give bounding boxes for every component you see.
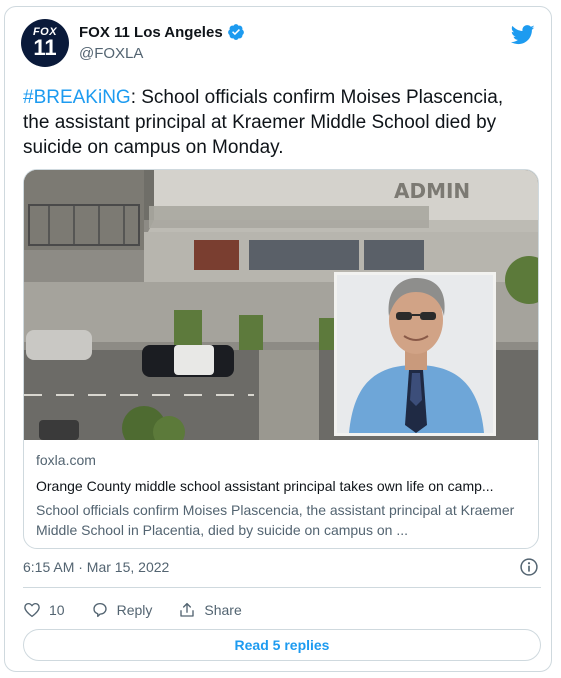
avatar[interactable]: FOX 11 [21,19,69,67]
timestamp-row: 6:15 AM · Mar 15, 2022 [23,557,541,579]
like-button[interactable]: 10 [23,601,65,619]
news-photo: ADMIN [24,170,538,440]
admin-sign-text: ADMIN [394,179,470,203]
link-title[interactable]: Orange County middle school assistant pr… [36,478,528,498]
twitter-bird-icon[interactable] [511,25,535,45]
tweet-text: #BREAKiNG: School officials confirm Mois… [23,85,533,160]
heart-icon [24,602,40,618]
avatar-number-text: 11 [33,35,57,60]
link-preview-card[interactable]: ADMIN foxla.com Orange County middle sch… [23,169,539,549]
info-icon[interactable] [519,557,539,577]
share-button[interactable]: Share [178,601,242,619]
tweet-header: FOX 11 FOX 11 Los Angeles @FOXLA [21,19,539,71]
divider [23,587,541,588]
breaking-hashtag-link[interactable]: #BREAKiNG [23,87,131,108]
verified-badge-icon [227,24,244,40]
account-name[interactable]: FOX 11 Los Angeles [79,24,223,41]
reply-label: Reply [116,602,153,618]
like-count: 10 [49,602,65,618]
tweet-embed-card: FOX 11 FOX 11 Los Angeles @FOXLA #BREAKi… [4,6,552,672]
link-description: School officials confirm Moises Plascenc… [36,502,515,538]
link-domain: foxla.com [36,452,96,468]
reply-button[interactable]: Reply [91,601,153,619]
account-handle[interactable]: @FOXLA [79,45,143,62]
tweet-timestamp[interactable]: 6:15 AM · Mar 15, 2022 [23,559,169,575]
link-meta: foxla.com Orange County middle school as… [36,452,528,540]
share-icon [180,602,195,617]
action-bar: 10 Reply Share [23,599,268,621]
share-label: Share [204,602,242,618]
reply-icon [92,602,107,618]
read-replies-button[interactable]: Read 5 replies [23,629,541,661]
name-row: FOX 11 Los Angeles [79,23,245,41]
